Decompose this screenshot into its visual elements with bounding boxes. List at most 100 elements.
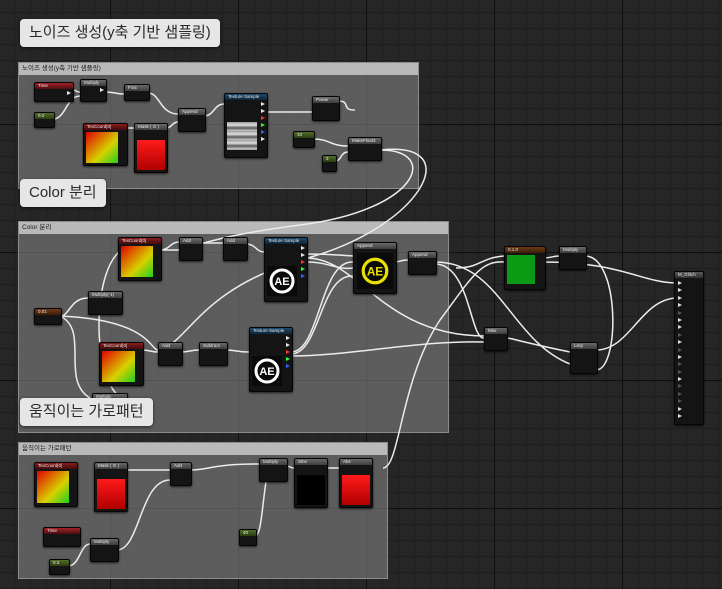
- texture-sample-node-2-outputs[interactable]: [301, 246, 305, 278]
- constant-node-2-title: 10: [294, 132, 314, 138]
- texture-sample-node-2-title: Texture Sample: [265, 238, 307, 244]
- multiply-node-6[interactable]: Multiply: [90, 538, 119, 562]
- time-node-2[interactable]: Time: [43, 527, 81, 547]
- comment-bubble-noise[interactable]: 노이즈 생성(y축 기반 샘플링): [20, 19, 220, 47]
- yellow-logo-preview: AE: [357, 253, 393, 289]
- add-node-4[interactable]: Add: [170, 462, 192, 486]
- vector-param-node[interactable]: 0,1,0: [504, 246, 546, 290]
- power-node[interactable]: Power: [312, 96, 340, 121]
- multiply-node-4-title: Multiply: [560, 247, 586, 253]
- texcoord-node-4[interactable]: TexCoord[0]: [34, 462, 78, 507]
- multiply-node-2[interactable]: Multiply(-1): [88, 291, 123, 315]
- lerp-node[interactable]: Lerp: [570, 342, 598, 374]
- mask-node-2-title: Mask ( G ): [95, 463, 127, 469]
- max-node[interactable]: Max: [484, 327, 508, 351]
- mask-preview: [137, 140, 165, 170]
- sine-preview: [297, 475, 325, 505]
- comment-bubble-color[interactable]: Color 분리: [20, 179, 106, 207]
- logo-texture-preview-2: AE: [252, 356, 282, 386]
- multiply-node-1[interactable]: Multiply: [80, 79, 107, 102]
- makefloat-node[interactable]: MakeFloat3: [348, 137, 382, 161]
- append-node-3[interactable]: Append: [408, 251, 437, 275]
- constant-node-1[interactable]: 0.2: [34, 112, 55, 128]
- add-node-1-title: Add: [180, 238, 202, 244]
- mask-node-2[interactable]: Mask ( G ): [94, 462, 128, 512]
- svg-text:AE: AE: [259, 366, 274, 378]
- add-node-1[interactable]: Add: [179, 237, 203, 261]
- uv-preview-4: [37, 471, 69, 503]
- mask-preview-2: [97, 479, 125, 509]
- texture-sample-node-3[interactable]: Texture Sample AE: [249, 327, 293, 392]
- texcoord-node-3-title: TexCoord[0]: [100, 343, 143, 349]
- texture-sample-node-1-outputs[interactable]: [261, 102, 265, 141]
- green-color-preview: [507, 255, 535, 284]
- multiply-node-2-title: Multiply(-1): [89, 292, 122, 298]
- logo-texture-preview: AE: [267, 266, 297, 296]
- add-node-2-title: Add: [224, 238, 247, 244]
- texture-sample-node-2[interactable]: Texture Sample AE: [264, 237, 308, 302]
- append-node-2-title: Append: [354, 243, 396, 249]
- uv-preview: [86, 132, 118, 163]
- frac-node[interactable]: Frac: [124, 84, 150, 101]
- uv-preview-3: [102, 351, 135, 382]
- uv-preview-2: [121, 246, 153, 277]
- add-node-4-title: Add: [171, 463, 191, 469]
- append-node-1-title: Append: [179, 109, 205, 115]
- texcoord-node-2[interactable]: TexCoord[0]: [118, 237, 162, 281]
- append-node-1[interactable]: Append: [178, 108, 206, 132]
- multiply-node-4[interactable]: Multiply: [559, 246, 587, 270]
- material-result-inputs[interactable]: [678, 281, 682, 419]
- max-node-title: Max: [485, 328, 507, 334]
- append-node-3-title: Append: [409, 252, 436, 258]
- material-graph-canvas[interactable]: 노이즈 생성(y축 기반 샘플링) Color 분리 움직이는 가로패턴 Tim…: [0, 0, 722, 589]
- texture-sample-node-1[interactable]: Texture Sample: [224, 93, 268, 158]
- sine-node[interactable]: Sine: [294, 458, 328, 508]
- vector-param-node-title: 0,1,0: [505, 247, 545, 253]
- constant-node-3-title: 3: [323, 156, 336, 162]
- mask-node-1-title: Mask ( G ): [135, 124, 167, 130]
- texcoord-node-4-title: TexCoord[0]: [35, 463, 77, 469]
- mask-node-1[interactable]: Mask ( G ): [134, 123, 168, 173]
- power-node-title: Power: [313, 97, 339, 103]
- add-node-2[interactable]: Add: [223, 237, 248, 261]
- multiply-node-1-title: Multiply: [81, 80, 106, 86]
- texcoord-node-2-title: TexCoord[0]: [119, 238, 161, 244]
- multiply-node-5-title: Multiply: [260, 459, 287, 465]
- constant-node-3[interactable]: 3: [322, 155, 337, 172]
- time-node-outputs[interactable]: [67, 91, 71, 95]
- material-result-node-title: M_Glitch: [675, 272, 703, 278]
- constant-node-5[interactable]: 40: [239, 529, 257, 546]
- subtract-node-title: Subtract: [200, 343, 227, 349]
- logo-icon: AE: [269, 268, 295, 294]
- texcoord-node-1-title: TexCoord[0]: [84, 124, 127, 130]
- texcoord-node-1[interactable]: TexCoord[0]: [83, 123, 128, 166]
- multiply-node-1-outputs[interactable]: [100, 88, 104, 92]
- constant-node-2[interactable]: 10: [293, 131, 315, 148]
- scalar-param-node-title: 0.01: [35, 309, 61, 315]
- constant-node-5-title: 40: [240, 530, 256, 536]
- add-node-3-title: Add: [159, 343, 182, 349]
- constant-node-4[interactable]: 0.3: [49, 559, 70, 575]
- texture-sample-node-3-title: Texture Sample: [250, 328, 292, 334]
- comment-bubble-pattern[interactable]: 움직이는 가로패턴: [20, 398, 153, 426]
- abs-node-title: Abs: [340, 459, 372, 465]
- constant-node-4-title: 0.3: [50, 560, 69, 566]
- texcoord-node-3[interactable]: TexCoord[0]: [99, 342, 144, 386]
- makefloat-node-title: MakeFloat3: [349, 138, 381, 144]
- time-node-title: Time: [35, 83, 73, 89]
- append-node-2[interactable]: Append AE: [353, 242, 397, 294]
- svg-text:AE: AE: [367, 265, 383, 278]
- logo-icon-2: AE: [254, 358, 280, 384]
- texture-sample-node-1-title: Texture Sample: [225, 94, 267, 100]
- add-node-3[interactable]: Add: [158, 342, 183, 366]
- frac-node-title: Frac: [125, 85, 149, 91]
- abs-node[interactable]: Abs: [339, 458, 373, 508]
- noise-texture-preview: [227, 122, 257, 150]
- subtract-node[interactable]: Subtract: [199, 342, 228, 366]
- multiply-node-5[interactable]: Multiply: [259, 458, 288, 482]
- texture-sample-node-3-outputs[interactable]: [286, 336, 290, 368]
- constant-node-1-title: 0.2: [35, 113, 54, 119]
- scalar-param-node[interactable]: 0.01: [34, 308, 62, 325]
- time-node[interactable]: Time: [34, 82, 74, 102]
- material-result-node[interactable]: M_Glitch: [674, 271, 704, 425]
